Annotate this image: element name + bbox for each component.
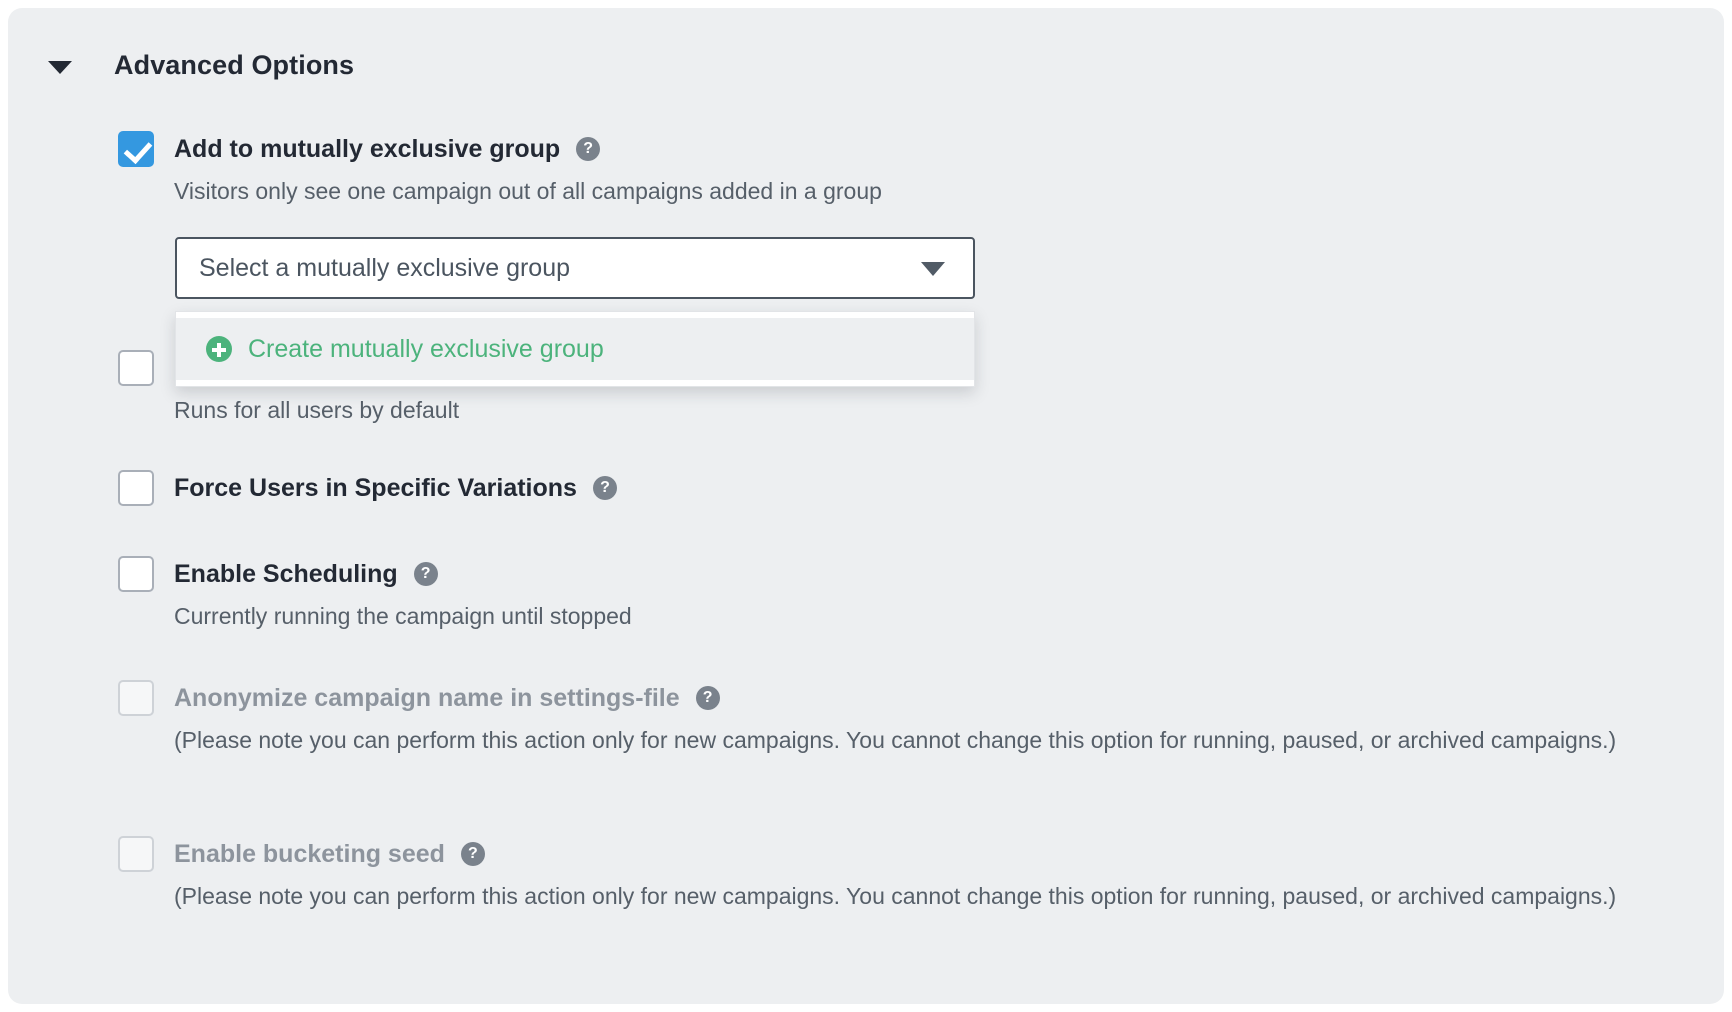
mutually-exclusive-group-dropdown[interactable]: Create mutually exclusive group (175, 311, 975, 387)
option-label-mutually-exclusive-group: Add to mutually exclusive group (174, 134, 561, 163)
option-description-enable-scheduling: Currently running the campaign until sto… (174, 603, 632, 629)
mutually-exclusive-group-select[interactable]: Select a mutually exclusive group (175, 237, 975, 299)
option-description-mutually-exclusive-group: Visitors only see one campaign out of al… (174, 178, 882, 204)
option-row-anonymize-campaign-name: Anonymize campaign name in settings-file… (118, 680, 1616, 756)
option-row-mutually-exclusive-group: Add to mutually exclusive group ? Visito… (118, 131, 882, 207)
question-mark-icon[interactable]: ? (460, 842, 485, 866)
option-description-segment-users: Runs for all users by default (174, 397, 460, 423)
question-mark-icon[interactable]: ? (576, 137, 601, 161)
checkbox-segment-users[interactable] (118, 350, 154, 386)
option-label-anonymize-campaign-name: Anonymize campaign name in settings-file (174, 683, 680, 712)
dropdown-item-label: Create mutually exclusive group (248, 334, 604, 363)
advanced-options-header[interactable]: Advanced Options (48, 50, 354, 81)
chevron-down-icon[interactable] (48, 60, 72, 74)
checkbox-enable-bucketing-seed (118, 836, 154, 872)
option-description-enable-bucketing-seed: (Please note you can perform this action… (174, 883, 1617, 909)
option-row-force-users-variations: Force Users in Specific Variations ? (118, 470, 617, 506)
option-head: Enable bucketing seed ? (118, 836, 1616, 872)
question-mark-icon[interactable]: ? (592, 476, 617, 500)
option-description-anonymize-campaign-name: (Please note you can perform this action… (174, 727, 1617, 753)
advanced-options-panel: Advanced Options Add to mutually exclusi… (8, 8, 1724, 1004)
option-row-enable-scheduling: Enable Scheduling ? Currently running th… (118, 556, 632, 632)
option-head: Add to mutually exclusive group ? (118, 131, 882, 167)
checkbox-force-users-variations[interactable] (118, 470, 154, 506)
chevron-down-icon[interactable] (921, 262, 945, 276)
option-row-enable-bucketing-seed: Enable bucketing seed ? (Please note you… (118, 836, 1616, 912)
question-mark-icon[interactable]: ? (413, 562, 438, 586)
checkbox-enable-scheduling[interactable] (118, 556, 154, 592)
select-box[interactable]: Select a mutually exclusive group (175, 237, 975, 299)
question-mark-icon[interactable]: ? (695, 686, 720, 710)
page-title: Advanced Options (114, 50, 355, 80)
option-head: Anonymize campaign name in settings-file… (118, 680, 1616, 716)
option-head: Enable Scheduling ? (118, 556, 632, 592)
option-head: Force Users in Specific Variations ? (118, 470, 617, 506)
option-label-enable-bucketing-seed: Enable bucketing seed (174, 839, 445, 868)
checkbox-anonymize-campaign-name (118, 680, 154, 716)
option-label-force-users-variations: Force Users in Specific Variations (174, 473, 577, 502)
plus-circle-icon (206, 336, 232, 362)
option-label-enable-scheduling: Enable Scheduling (174, 559, 398, 588)
select-value: Select a mutually exclusive group (199, 253, 571, 282)
checkbox-mutually-exclusive-group[interactable] (118, 131, 154, 167)
dropdown-item-create-group[interactable]: Create mutually exclusive group (176, 318, 974, 380)
